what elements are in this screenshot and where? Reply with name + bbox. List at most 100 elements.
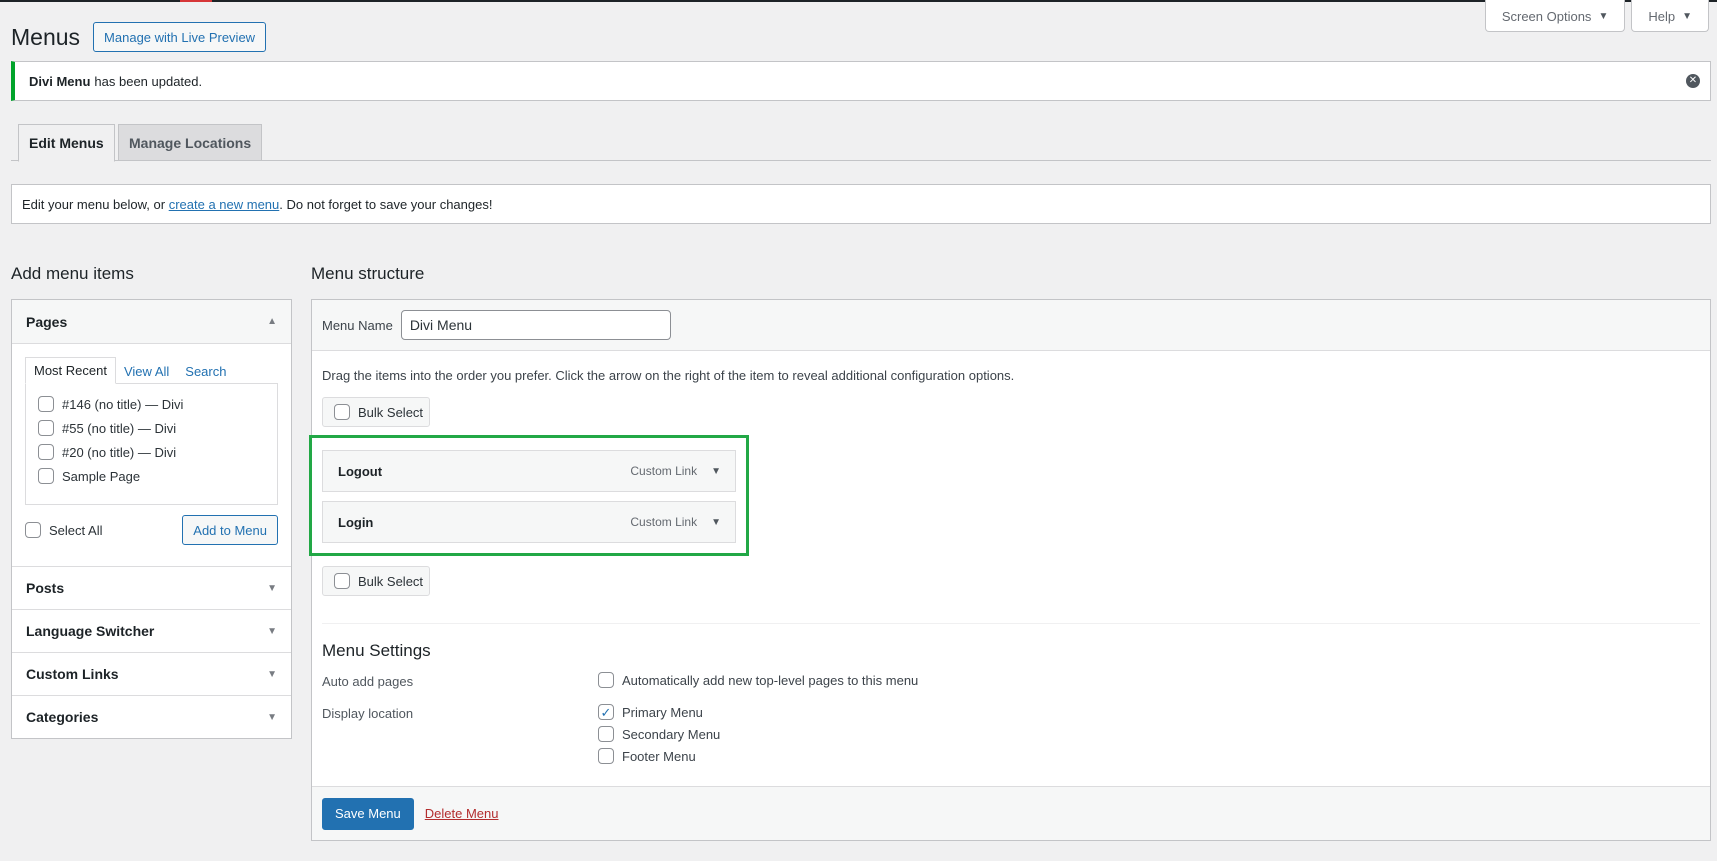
- menu-item-logout[interactable]: Logout Custom Link ▼: [322, 450, 736, 492]
- bulk-select-checkbox[interactable]: [334, 573, 350, 589]
- caret-down-icon: ▼: [1682, 10, 1692, 22]
- page-checkbox[interactable]: [38, 468, 54, 484]
- list-item[interactable]: #146 (no title) — Divi: [38, 392, 265, 416]
- manage-text-before: Edit your menu below, or: [22, 196, 169, 212]
- tab-most-recent[interactable]: Most Recent: [25, 357, 116, 384]
- save-menu-button[interactable]: Save Menu: [322, 797, 414, 830]
- posts-section-title: Posts: [26, 580, 65, 596]
- add-to-menu-button[interactable]: Add to Menu: [182, 515, 278, 545]
- caret-up-icon: ▲: [267, 316, 277, 327]
- notice-text: has been updated.: [94, 73, 203, 89]
- menu-item-type: Custom Link: [630, 515, 698, 529]
- screen-meta-links: Screen Options ▼ Help ▼: [1484, 0, 1709, 32]
- menu-item-meta: Custom Link ▼: [630, 464, 721, 478]
- menu-item-title: Login: [338, 514, 374, 530]
- bulk-select-checkbox[interactable]: [334, 404, 350, 420]
- select-all-checkbox[interactable]: [25, 522, 41, 538]
- language-switcher-section-header[interactable]: Language Switcher ▼: [12, 610, 291, 652]
- menu-name-label: Menu Name: [322, 317, 393, 333]
- notice-menu-name: Divi Menu: [29, 73, 91, 89]
- posts-section-header[interactable]: Posts ▼: [12, 567, 291, 609]
- select-all[interactable]: Select All: [25, 518, 102, 542]
- caret-down-icon: ▼: [1598, 10, 1609, 22]
- expand-arrow-icon[interactable]: ▼: [711, 466, 721, 477]
- settings-divider: [322, 623, 1700, 624]
- delete-menu-link[interactable]: Delete Menu: [425, 806, 499, 821]
- page-label: #55 (no title) — Divi: [62, 420, 177, 436]
- bulk-select-button[interactable]: Bulk Select: [322, 397, 430, 427]
- custom-links-section-header[interactable]: Custom Links ▼: [12, 653, 291, 695]
- admin-bar-edge: [0, 0, 1717, 2]
- categories-section-title: Categories: [26, 709, 99, 725]
- language-switcher-section[interactable]: Language Switcher ▼: [12, 610, 291, 653]
- list-item[interactable]: Sample Page: [38, 464, 265, 488]
- secondary-menu-checkbox[interactable]: [598, 726, 614, 742]
- auto-add-checkbox[interactable]: [598, 672, 614, 688]
- tab-search[interactable]: Search: [177, 359, 234, 384]
- expand-arrow-icon[interactable]: ▼: [711, 517, 721, 528]
- select-all-label: Select All: [49, 522, 103, 538]
- menu-item-type: Custom Link: [630, 464, 698, 478]
- manage-menus-bar: Edit your menu below, or create a new me…: [11, 184, 1711, 224]
- add-items-accordion: Pages ▲ Most Recent View All Search #146…: [11, 299, 292, 739]
- caret-down-icon: ▼: [267, 625, 277, 637]
- tab-view-all[interactable]: View All: [116, 359, 177, 384]
- menu-name-bar: Menu Name Divi Menu: [312, 300, 1710, 351]
- tab-manage-locations[interactable]: Manage Locations: [118, 124, 263, 161]
- pages-section: Pages ▲ Most Recent View All Search #146…: [12, 300, 291, 567]
- page-header: Menus Manage with Live Preview: [11, 22, 267, 52]
- help-label: Help: [1648, 8, 1676, 24]
- pages-footer: Select All Add to Menu: [25, 515, 278, 545]
- bulk-select-label: Bulk Select: [358, 573, 424, 589]
- list-item[interactable]: #20 (no title) — Divi: [38, 440, 265, 464]
- categories-section-header[interactable]: Categories ▼: [12, 696, 291, 738]
- location-footer[interactable]: Footer Menu: [598, 748, 696, 764]
- tab-edit-menus[interactable]: Edit Menus: [18, 124, 115, 162]
- categories-section[interactable]: Categories ▼: [12, 696, 291, 738]
- primary-menu-checkbox[interactable]: [598, 704, 614, 720]
- menu-structure-panel: Menu Name Divi Menu Drag the items into …: [309, 299, 1711, 841]
- page-label: #20 (no title) — Divi: [62, 444, 177, 460]
- custom-links-section[interactable]: Custom Links ▼: [12, 653, 291, 696]
- pages-tabs: Most Recent View All Search: [25, 357, 278, 384]
- help-button[interactable]: Help ▼: [1631, 0, 1709, 32]
- location-label: Secondary Menu: [622, 726, 721, 742]
- caret-down-icon: ▼: [267, 582, 277, 594]
- nav-tabs: Edit Menus Manage Locations: [11, 124, 1711, 162]
- page-checkbox[interactable]: [38, 444, 54, 460]
- screen-options-button[interactable]: Screen Options ▼: [1484, 0, 1626, 32]
- menu-item-login[interactable]: Login Custom Link ▼: [322, 501, 736, 543]
- custom-links-section-title: Custom Links: [26, 666, 119, 682]
- menu-item-title: Logout: [338, 463, 383, 479]
- page-title: Menus: [11, 23, 81, 50]
- posts-section[interactable]: Posts ▼: [12, 567, 291, 610]
- language-switcher-section-title: Language Switcher: [26, 623, 155, 639]
- location-primary[interactable]: Primary Menu: [598, 704, 703, 720]
- page-label: Sample Page: [62, 468, 141, 484]
- list-item[interactable]: #55 (no title) — Divi: [38, 416, 265, 440]
- menu-name-input[interactable]: Divi Menu: [400, 310, 671, 340]
- caret-down-icon: ▼: [267, 711, 277, 723]
- live-preview-button[interactable]: Manage with Live Preview: [93, 22, 267, 52]
- page-label: #146 (no title) — Divi: [62, 396, 184, 412]
- create-menu-link[interactable]: create a new menu: [169, 197, 280, 212]
- add-menu-items-heading: Add menu items: [11, 264, 134, 283]
- auto-add-option[interactable]: Automatically add new top-level pages to…: [598, 672, 918, 688]
- manage-text-after: . Do not forget to save your changes!: [279, 196, 493, 212]
- page-checkbox[interactable]: [38, 396, 54, 412]
- pages-list: #146 (no title) — Divi #55 (no title) — …: [25, 383, 278, 505]
- footer-menu-checkbox[interactable]: [598, 748, 614, 764]
- menu-item-meta: Custom Link ▼: [630, 515, 721, 529]
- bulk-select-button[interactable]: Bulk Select: [322, 566, 430, 596]
- menu-settings-title: Menu Settings: [322, 641, 431, 660]
- location-label: Footer Menu: [622, 748, 696, 764]
- pages-section-title: Pages: [26, 313, 68, 330]
- dismiss-icon[interactable]: ✕: [1686, 74, 1700, 88]
- auto-add-label: Auto add pages: [322, 674, 414, 689]
- pages-section-header[interactable]: Pages ▲: [12, 300, 291, 344]
- location-secondary[interactable]: Secondary Menu: [598, 726, 720, 742]
- auto-add-option-label: Automatically add new top-level pages to…: [622, 672, 919, 688]
- page-checkbox[interactable]: [38, 420, 54, 436]
- menu-actions: Save Menu Delete Menu: [312, 786, 1710, 840]
- location-label: Primary Menu: [622, 704, 703, 720]
